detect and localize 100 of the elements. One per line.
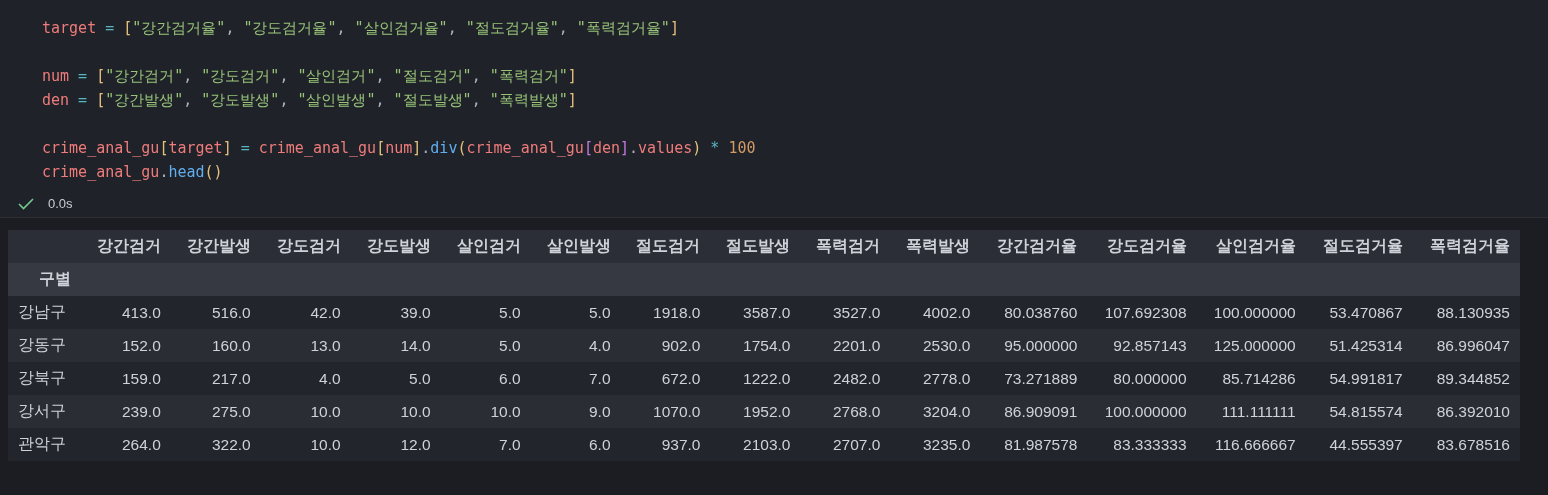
- table-cell: 3527.0: [800, 296, 891, 329]
- table-cell: 51.425314: [1305, 329, 1413, 362]
- table-cell: 83.678516: [1412, 428, 1520, 461]
- table-cell: 1918.0: [620, 296, 711, 329]
- table-cell: 95.000000: [980, 329, 1088, 362]
- column-header: 폭력검거율: [1412, 230, 1520, 263]
- table-cell: 3235.0: [890, 428, 981, 461]
- table-cell: 2778.0: [890, 362, 981, 395]
- table-cell: 83.333333: [1087, 428, 1197, 461]
- table-cell: 516.0: [170, 296, 261, 329]
- table-cell: 5.0: [350, 362, 441, 395]
- table-cell: 85.714286: [1196, 362, 1306, 395]
- row-label: 강서구: [8, 395, 81, 428]
- column-header: 폭력검거: [800, 230, 891, 263]
- table-cell: 902.0: [620, 329, 711, 362]
- table-cell: 264.0: [80, 428, 171, 461]
- table-cell: 152.0: [80, 329, 171, 362]
- column-header: 강도발생: [350, 230, 441, 263]
- table-cell: 413.0: [80, 296, 171, 329]
- column-header: 살인검거: [440, 230, 531, 263]
- column-header: 절도검거율: [1305, 230, 1413, 263]
- table-cell: 672.0: [620, 362, 711, 395]
- table-cell: 4.0: [260, 362, 351, 395]
- code-line: num = ["강간검거", "강도검거", "살인검거", "절도검거", "폭력검거"]: [42, 66, 578, 87]
- code-line: target = ["강간검거율", "강도검거율", "살인검거율", "절도검거율", "폭력검거율"]: [42, 18, 680, 39]
- table-cell: 9.0: [530, 395, 621, 428]
- table-cell: 10.0: [260, 428, 351, 461]
- table-cell: 275.0: [170, 395, 261, 428]
- table-cell: 86.392010: [1412, 395, 1520, 428]
- table-cell: 13.0: [260, 329, 351, 362]
- table-cell: 5.0: [440, 296, 531, 329]
- table-cell: 10.0: [440, 395, 531, 428]
- table-cell: 2201.0: [800, 329, 891, 362]
- table-cell: 322.0: [170, 428, 261, 461]
- table-cell: 53.470867: [1305, 296, 1413, 329]
- table-cell: 7.0: [440, 428, 531, 461]
- table-cell: 107.692308: [1087, 296, 1197, 329]
- table-cell: 125.000000: [1196, 329, 1306, 362]
- table-cell: 160.0: [170, 329, 261, 362]
- table-cell: 54.815574: [1305, 395, 1413, 428]
- column-header: 강간발생: [170, 230, 261, 263]
- table-cell: 5.0: [440, 329, 531, 362]
- table-cell: 1754.0: [710, 329, 801, 362]
- table-cell: 42.0: [260, 296, 351, 329]
- table-cell: 2482.0: [800, 362, 891, 395]
- table-cell: 7.0: [530, 362, 621, 395]
- code-line: den = ["강간발생", "강도발생", "살인발생", "절도발생", "폭력발생"]: [42, 90, 578, 111]
- row-label: 강동구: [8, 329, 81, 362]
- table-cell: 1952.0: [710, 395, 801, 428]
- column-header: 강간검거: [80, 230, 171, 263]
- table-cell: 89.344852: [1412, 362, 1520, 395]
- column-header: 강간검거율: [980, 230, 1088, 263]
- table-cell: 10.0: [350, 395, 441, 428]
- table-cell: 81.987578: [980, 428, 1088, 461]
- table-cell: 80.038760: [980, 296, 1088, 329]
- table-cell: 100.000000: [1196, 296, 1306, 329]
- column-header: 살인검거율: [1196, 230, 1306, 263]
- table-cell: 1222.0: [710, 362, 801, 395]
- table-cell: 217.0: [170, 362, 261, 395]
- index-name: 구별: [8, 263, 81, 296]
- table-cell: 4.0: [530, 329, 621, 362]
- table-cell: 2530.0: [890, 329, 981, 362]
- column-header: 살인발생: [530, 230, 621, 263]
- table-cell: 92.857143: [1087, 329, 1197, 362]
- code-line: crime_anal_gu[target] = crime_anal_gu[num].div(crime_anal_gu[den].values) * 100: [42, 138, 757, 159]
- table-cell: 2768.0: [800, 395, 891, 428]
- table-cell: 12.0: [350, 428, 441, 461]
- table-cell: 100.000000: [1087, 395, 1197, 428]
- column-header: 강도검거: [260, 230, 351, 263]
- table-cell: 6.0: [440, 362, 531, 395]
- table-cell: 116.666667: [1196, 428, 1306, 461]
- table-cell: 4002.0: [890, 296, 981, 329]
- table-cell: 80.000000: [1087, 362, 1197, 395]
- table-cell: 937.0: [620, 428, 711, 461]
- table-cell: 2103.0: [710, 428, 801, 461]
- column-header: 폭력발생: [890, 230, 981, 263]
- table-cell: 88.130935: [1412, 296, 1520, 329]
- table-cell: 111.111111: [1196, 395, 1306, 428]
- table-cell: 239.0: [80, 395, 171, 428]
- code-line: crime_anal_gu.head(): [42, 162, 224, 183]
- table-cell: 10.0: [260, 395, 351, 428]
- table-cell: 3587.0: [710, 296, 801, 329]
- table-cell: 73.271889: [980, 362, 1088, 395]
- row-label: 강남구: [8, 296, 81, 329]
- table-cell: 86.996047: [1412, 329, 1520, 362]
- table-cell: 3204.0: [890, 395, 981, 428]
- table-cell: 86.909091: [980, 395, 1088, 428]
- table-cell: 6.0: [530, 428, 621, 461]
- table-cell: 2707.0: [800, 428, 891, 461]
- table-cell: 5.0: [530, 296, 621, 329]
- table-cell: 44.555397: [1305, 428, 1413, 461]
- table-cell: 1070.0: [620, 395, 711, 428]
- execution-time: 0.0s: [48, 196, 73, 211]
- row-label: 관악구: [8, 428, 81, 461]
- table-cell: 39.0: [350, 296, 441, 329]
- table-cell: 159.0: [80, 362, 171, 395]
- column-header: 절도발생: [710, 230, 801, 263]
- table-cell: 14.0: [350, 329, 441, 362]
- column-header: 절도검거: [620, 230, 711, 263]
- column-header: 강도검거율: [1087, 230, 1197, 263]
